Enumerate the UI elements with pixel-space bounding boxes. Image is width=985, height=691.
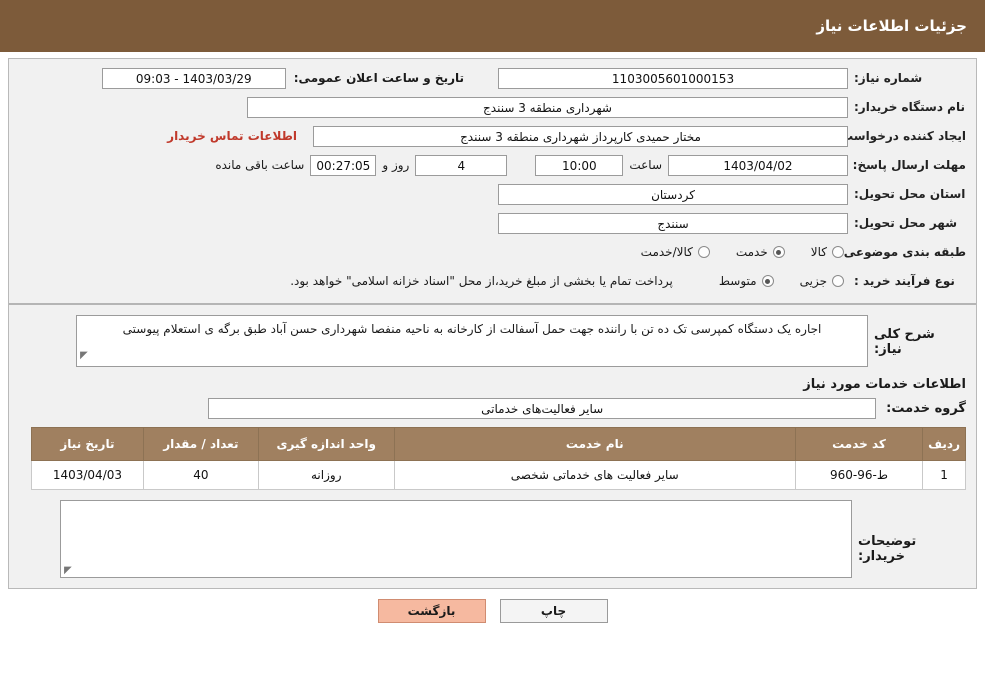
- radio-icon[interactable]: [761, 275, 774, 287]
- city-value: سنندج: [498, 212, 848, 234]
- days-label: روز و: [382, 158, 410, 172]
- footer-actions: چاپ بازگشت: [0, 599, 985, 623]
- page-title: جزئیات اطلاعات نیاز: [816, 17, 967, 35]
- category-option-kala-khedmat[interactable]: کالا/خدمت: [641, 245, 710, 259]
- province-label: استان محل تحویل:: [854, 187, 966, 201]
- services-table: ردیف کد خدمت نام خدمت واحد اندازه گیری ت…: [31, 427, 966, 490]
- row-buyer-org: نام دستگاه خریدار: شهرداری منطقه 3 سنندج: [19, 96, 966, 118]
- payment-note: پرداخت تمام یا بخشی از مبلغ خرید،از محل …: [290, 274, 673, 288]
- print-button[interactable]: چاپ: [499, 599, 608, 623]
- cell-code: ط-96-960: [794, 460, 924, 490]
- col-name: نام خدمت: [393, 427, 796, 461]
- service-group-label: گروه خدمت:: [886, 401, 966, 416]
- announce-datetime-value: 1403/03/29 - 09:03: [101, 67, 286, 89]
- hour-label: ساعت: [629, 158, 662, 172]
- need-number-label: شماره نیاز:: [854, 71, 923, 85]
- back-button[interactable]: بازگشت: [377, 599, 486, 623]
- remaining-label: ساعت باقی مانده: [215, 158, 305, 172]
- buyer-org-label: نام دستگاه خریدار:: [854, 100, 965, 114]
- purchase-option-label: جزیی: [799, 274, 827, 288]
- details-panel: شماره نیاز: 1103005601000153 تاریخ و ساع…: [8, 58, 977, 589]
- remaining-days-value: 4: [415, 154, 508, 176]
- radio-icon[interactable]: [832, 246, 844, 258]
- resize-grip-icon[interactable]: ◥: [80, 347, 88, 365]
- radio-icon[interactable]: [697, 246, 710, 258]
- col-index: ردیف: [922, 427, 966, 461]
- requester-label: ایجاد کننده درخواست:: [836, 129, 966, 143]
- category-option-label: کالا: [810, 245, 827, 259]
- category-option-label: کالا/خدمت: [640, 245, 693, 259]
- purchase-option-motavaset[interactable]: متوسط: [719, 274, 774, 288]
- col-code: کد خدمت: [794, 427, 924, 461]
- row-service-group: گروه خدمت: سایر فعالیت‌های خدماتی: [9, 398, 976, 419]
- category-label: طبقه بندی موضوعی:: [838, 245, 966, 259]
- table-row: 1 ط-96-960 سایر فعالیت های خدماتی شخصی ر…: [31, 460, 966, 490]
- deadline-date-value: 1403/04/02: [668, 154, 848, 176]
- category-option-khedmat[interactable]: خدمت: [736, 245, 785, 259]
- row-province: استان محل تحویل: کردستان: [19, 183, 966, 205]
- row-requester: ایجاد کننده درخواست: مختار حمیدی کارپردا…: [19, 125, 966, 147]
- service-group-value: سایر فعالیت‌های خدماتی: [208, 398, 877, 419]
- page-header: جزئیات اطلاعات نیاز: [0, 0, 985, 52]
- buyer-notes-textarea[interactable]: ◥: [60, 500, 852, 578]
- buyer-notes-section: توضیحات خریدار: ◥: [9, 500, 976, 588]
- category-option-kala[interactable]: کالا: [811, 245, 844, 259]
- need-number-value: 1103005601000153: [498, 67, 848, 89]
- cell-index: 1: [922, 460, 966, 490]
- radio-icon[interactable]: [832, 275, 844, 287]
- description-textarea[interactable]: اجاره یک دستگاه کمپرسی تک ده تن با رانند…: [76, 315, 868, 367]
- buyer-notes-value: [61, 501, 851, 509]
- summary-section: شماره نیاز: 1103005601000153 تاریخ و ساع…: [9, 59, 976, 299]
- row-deadline: مهلت ارسال پاسخ: تا تاریخ: 1403/04/02 سا…: [19, 154, 966, 176]
- buyer-notes-label: توضیحات خریدار:: [858, 534, 917, 564]
- radio-icon[interactable]: [772, 246, 785, 258]
- cell-date: 1403/04/03: [31, 460, 144, 490]
- cell-quantity: 40: [142, 460, 259, 490]
- description-label: شرح کلی نیاز:: [874, 327, 935, 357]
- deadline-label: مهلت ارسال پاسخ: تا تاریخ:: [801, 157, 966, 172]
- col-quantity: تعداد / مقدار: [142, 427, 259, 461]
- purchase-type-radio-group[interactable]: جزیی متوسط: [719, 274, 844, 288]
- cell-unit: روزانه: [257, 460, 395, 490]
- countdown-value: 00:27:05: [310, 154, 377, 176]
- cell-name: سایر فعالیت های خدماتی شخصی: [393, 460, 796, 490]
- row-description: شرح کلی نیاز: اجاره یک دستگاه کمپرسی تک …: [19, 315, 966, 367]
- col-unit: واحد اندازه گیری: [257, 427, 395, 461]
- city-label: شهر محل تحویل:: [854, 216, 958, 230]
- purchase-option-jozei[interactable]: جزیی: [800, 274, 844, 288]
- row-category: طبقه بندی موضوعی: کالا خدمت کالا/خدمت: [19, 241, 966, 263]
- buyer-contact-link[interactable]: اطلاعات تماس خریدار: [167, 129, 297, 143]
- category-option-label: خدمت: [735, 245, 768, 259]
- resize-grip-icon[interactable]: ◥: [64, 565, 72, 576]
- row-need-number: شماره نیاز: 1103005601000153 تاریخ و ساع…: [19, 67, 966, 89]
- description-text: اجاره یک دستگاه کمپرسی تک ده تن با رانند…: [122, 322, 822, 336]
- table-header-row: ردیف کد خدمت نام خدمت واحد اندازه گیری ت…: [31, 427, 966, 461]
- description-section: شرح کلی نیاز: اجاره یک دستگاه کمپرسی تک …: [9, 311, 976, 369]
- purchase-option-label: متوسط: [718, 274, 757, 288]
- col-date: تاریخ نیاز: [31, 427, 144, 461]
- section-divider: [9, 303, 976, 305]
- requester-value: مختار حمیدی کارپرداز شهرداری منطقه 3 سنن…: [313, 125, 848, 147]
- services-section-title: اطلاعات خدمات مورد نیاز: [803, 377, 966, 392]
- row-purchase-type: نوع فرآیند خرید : جزیی متوسط پرداخت تمام…: [19, 270, 966, 292]
- deadline-time-value: 10:00: [535, 154, 624, 176]
- purchase-type-label: نوع فرآیند خرید :: [854, 274, 955, 288]
- category-radio-group[interactable]: کالا خدمت کالا/خدمت: [641, 245, 844, 259]
- announce-datetime-label: تاریخ و ساعت اعلان عمومی:: [293, 71, 464, 85]
- row-city: شهر محل تحویل: سنندج: [19, 212, 966, 234]
- buyer-org-value: شهرداری منطقه 3 سنندج: [247, 96, 848, 118]
- province-value: کردستان: [498, 183, 848, 205]
